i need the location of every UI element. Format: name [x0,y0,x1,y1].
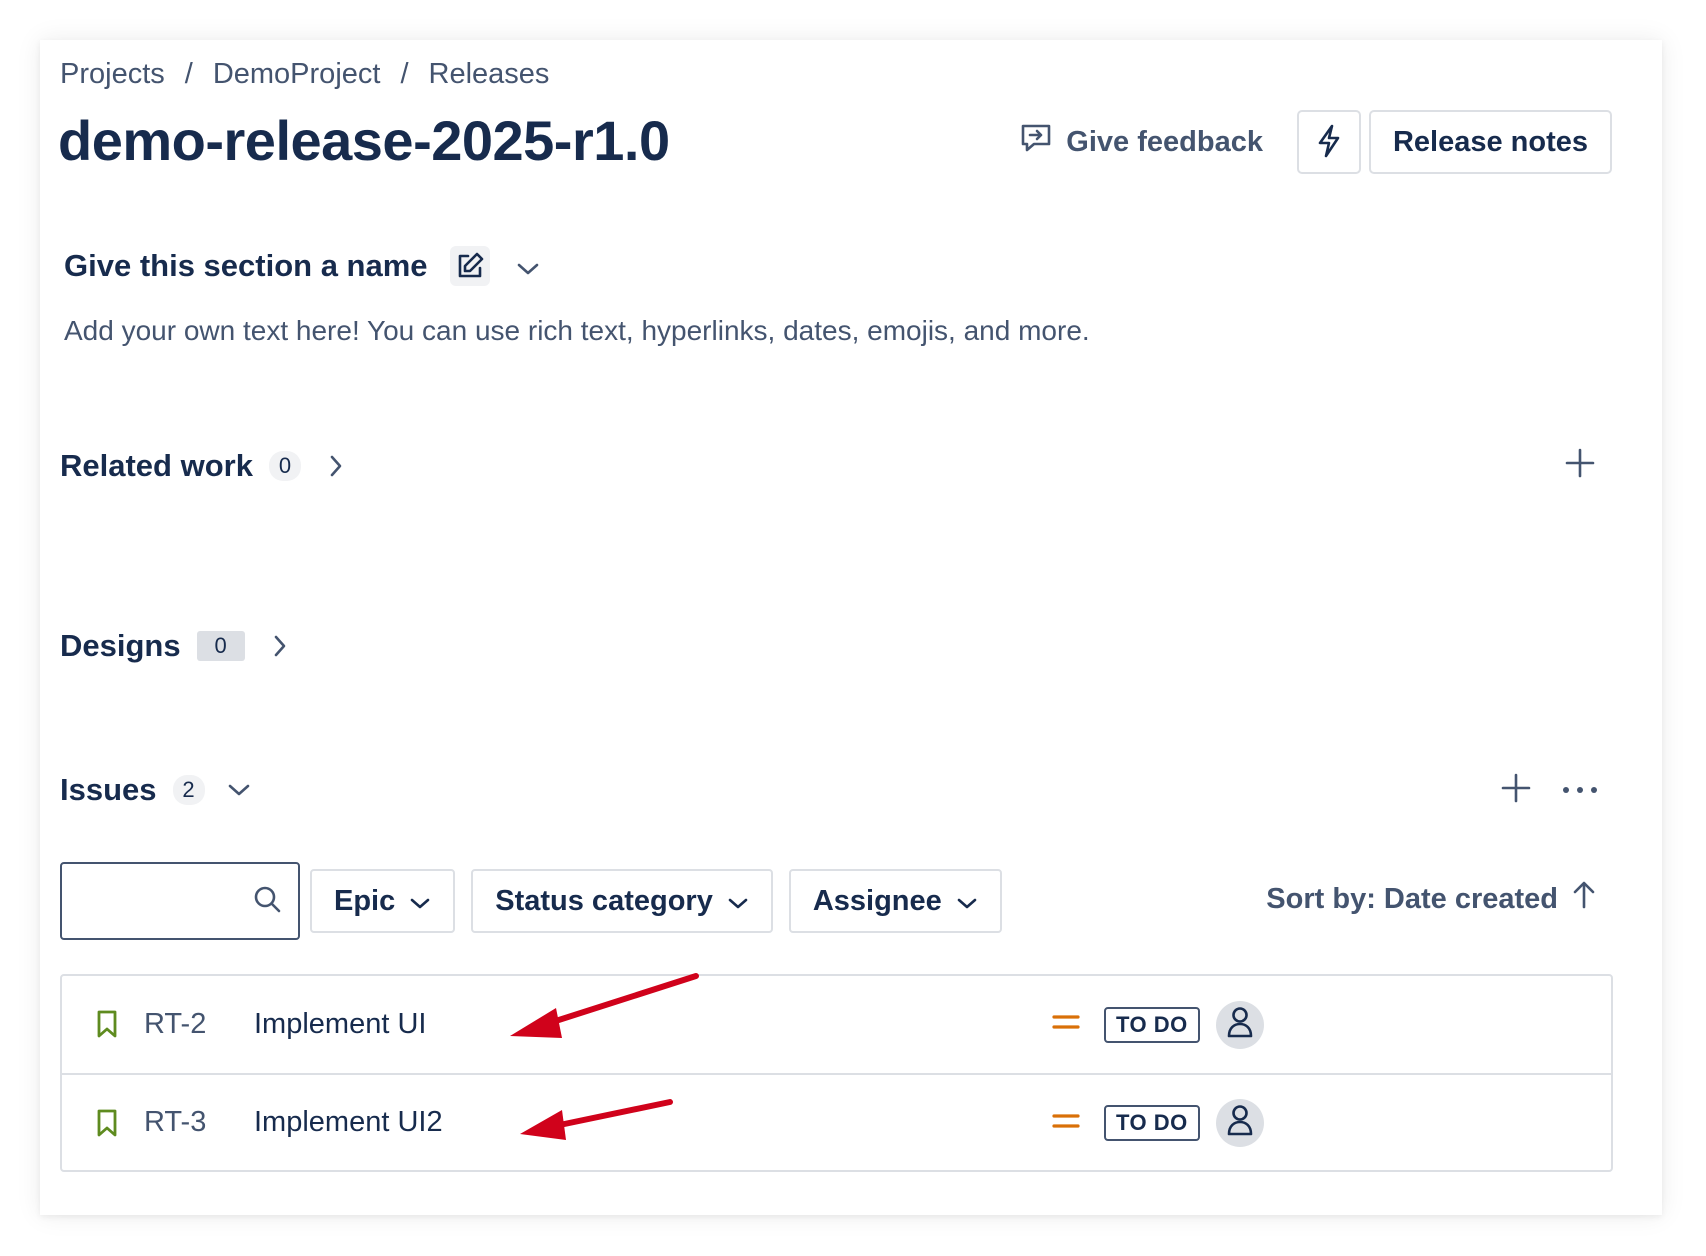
automation-button[interactable] [1296,110,1361,174]
assignee-filter-label: Assignee [812,884,942,917]
add-issue-button[interactable] [1496,770,1536,810]
status-category-filter-label: Status category [495,884,713,917]
sort-control[interactable]: Sort by: Date created [1266,880,1596,918]
release-notes-button[interactable]: Release notes [1368,110,1612,174]
status-badge[interactable]: TO DO [1104,1104,1200,1141]
issues-header: Issues 2 [60,772,251,808]
feedback-icon [1020,123,1052,161]
designs-title: Designs [60,628,181,663]
plus-icon [1564,447,1596,484]
designs-header: Designs 0 [60,628,287,664]
issue-key[interactable]: RT-3 [144,1106,206,1139]
give-feedback-label: Give feedback [1066,125,1263,158]
status-badge[interactable]: TO DO [1104,1006,1200,1043]
related-work-count: 0 [268,451,301,481]
annotation-arrow [510,973,699,1038]
sort-label: Sort by: Date created [1266,882,1558,915]
section-name-row: Give this section a name [64,246,540,286]
epic-filter[interactable]: Epic [310,869,456,933]
person-icon [1227,1104,1253,1141]
issue-summary[interactable]: Implement UI2 [254,1106,443,1139]
avatar[interactable] [1216,1098,1264,1147]
plus-icon [1500,772,1532,809]
designs-count: 0 [196,631,245,661]
breadcrumb-separator: / [184,58,193,90]
annotation-arrow [520,1099,673,1140]
assignee-filter[interactable]: Assignee [788,869,1002,933]
issue-filters: Epic Status category Assignee [60,862,1018,940]
page-title: demo-release-2025-r1.0 [58,109,670,172]
more-icon [1562,781,1598,799]
chevron-down-icon [409,885,431,918]
related-work-header: Related work 0 [60,448,343,484]
search-icon [252,884,282,919]
add-related-work-button[interactable] [1560,445,1600,485]
bookmark-icon [96,1109,118,1142]
issues-title: Issues [60,772,157,807]
issue-row[interactable]: RT-3 Implement UI2 TO DO [62,1073,1611,1170]
issue-search-input[interactable] [60,862,300,940]
issues-list: RT-2 Implement UI TO DO RT-3 Implement U… [60,974,1613,1172]
chevron-down-icon [956,885,978,918]
status-category-filter[interactable]: Status category [471,869,773,933]
epic-filter-label: Epic [334,884,396,917]
more-actions-button[interactable] [1558,770,1602,810]
chevron-down-icon[interactable] [516,248,540,284]
give-feedback-button[interactable]: Give feedback [1010,115,1273,169]
issue-key[interactable]: RT-2 [144,1008,206,1041]
avatar[interactable] [1216,1000,1264,1049]
chevron-down-icon [727,885,749,918]
section-name-title: Give this section a name [64,248,428,283]
person-icon [1227,1006,1253,1043]
chevron-right-icon[interactable] [329,454,343,478]
chevron-down-icon[interactable] [227,783,251,797]
issue-summary[interactable]: Implement UI [254,1008,426,1041]
bookmark-icon [96,1010,118,1043]
breadcrumb-releases[interactable]: Releases [429,58,550,91]
breadcrumb: Projects / DemoProject / Releases [60,58,549,91]
priority-medium-icon [1052,1012,1080,1037]
priority-medium-icon [1052,1111,1080,1136]
header-actions: Give feedback Release notes [1010,110,1612,174]
related-work-title: Related work [60,448,253,483]
breadcrumb-projects[interactable]: Projects [60,58,165,91]
lightning-bolt-icon [1315,124,1343,161]
chevron-right-icon[interactable] [273,634,287,658]
arrow-up-icon[interactable] [1572,880,1596,918]
breadcrumb-demoproject[interactable]: DemoProject [213,58,381,91]
breadcrumb-separator: / [400,58,409,90]
issue-row[interactable]: RT-2 Implement UI TO DO [62,976,1611,1073]
section-description[interactable]: Add your own text here! You can use rich… [64,315,1090,347]
edit-icon[interactable] [449,246,490,286]
issues-count: 2 [172,775,205,805]
